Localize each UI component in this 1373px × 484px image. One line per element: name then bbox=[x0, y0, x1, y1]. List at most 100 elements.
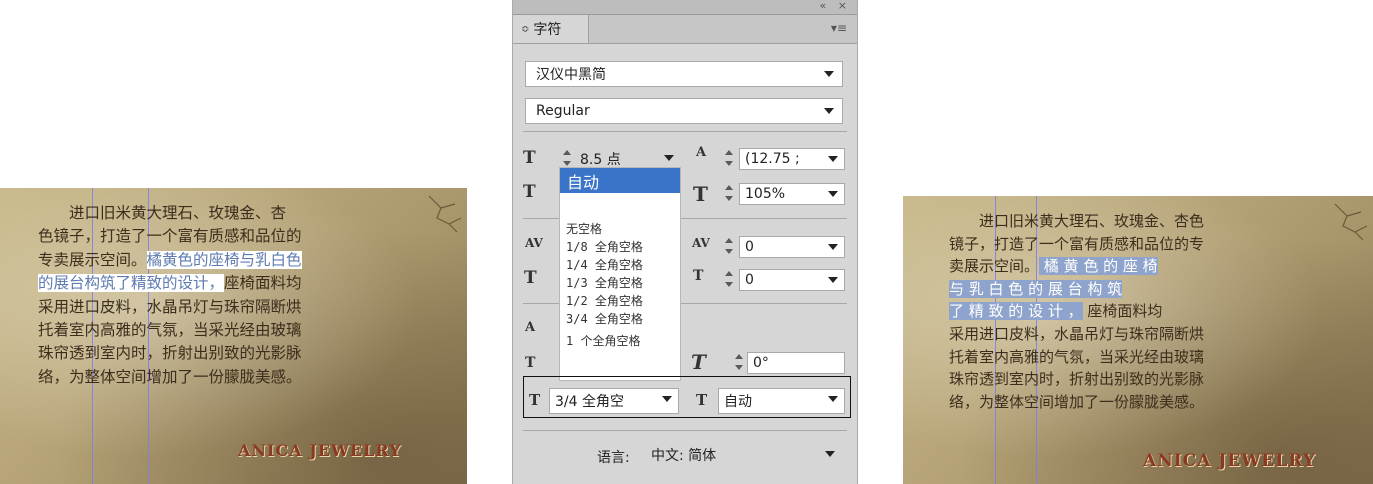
vertical-scale-icon-glyph: T bbox=[523, 182, 536, 202]
dropdown-option-label: 3/4 全角空格 bbox=[566, 312, 643, 326]
language-select[interactable]: 中文: 简体 bbox=[641, 442, 843, 468]
text-segment: 托着室内高雅的气氛，当采光经由玻璃 bbox=[38, 321, 302, 340]
text-segment: 卖展示空间。 bbox=[949, 257, 1040, 276]
font-size-value: 8.5 点 bbox=[580, 152, 621, 168]
aki-icon: T bbox=[693, 268, 703, 284]
divider bbox=[523, 131, 847, 132]
dropdown-option[interactable]: 3/4 全角空格 bbox=[566, 310, 643, 327]
text-segment: 进口旧米黄大理石、玫瑰金、杏色 bbox=[949, 212, 1205, 230]
language-label: 语言: bbox=[597, 450, 630, 466]
skew-field[interactable]: 0° bbox=[747, 352, 845, 374]
dropdown-option[interactable]: 无空格 bbox=[566, 220, 602, 237]
text-line: 托着室内高雅的气氛，当采光经由玻璃 bbox=[38, 319, 302, 342]
dropdown-option-selected-label: 自动 bbox=[567, 172, 600, 192]
text-segment: 座椅面料均 bbox=[224, 274, 302, 293]
dropdown-option[interactable]: 1 个全角空格 bbox=[566, 332, 640, 349]
annotation-highlight-box bbox=[523, 376, 851, 418]
panel-titlebar: « × bbox=[513, 0, 857, 15]
chevron-down-icon bbox=[828, 156, 838, 162]
text-segment: 采用进口皮料，水晶吊灯与珠帘隔断烘 bbox=[949, 324, 1205, 343]
skew-stepper[interactable] bbox=[734, 352, 743, 372]
text-line: 进口旧米黄大理石、玫瑰金、杏 bbox=[38, 202, 302, 225]
language-value: 中文: 简体 bbox=[651, 448, 717, 464]
text-line: 卖展示空间。 橘 黄 色 的 座 椅 bbox=[949, 255, 1204, 278]
dropdown-option-label: 1/2 全角空格 bbox=[566, 294, 643, 308]
right-sample-image: 进口旧米黄大理石、玫瑰金、杏色镜子，打造了一个富有质感和品位的专 卖展示空间。 橘… bbox=[903, 196, 1373, 484]
horizontal-scale-icon: T bbox=[693, 182, 708, 206]
text-line: 采用进口皮料，水晶吊灯与珠帘隔断烘 bbox=[949, 323, 1204, 346]
kerning-icon: AV bbox=[525, 236, 543, 250]
tab-character[interactable]: ≎ 字符 bbox=[513, 15, 589, 43]
selected-text: 的展台构筑了精致的设计， bbox=[38, 274, 225, 293]
leading-suffix: ; bbox=[795, 151, 800, 167]
chevron-down-icon bbox=[825, 451, 835, 457]
leading-icon: A bbox=[696, 145, 706, 160]
skew-icon: T bbox=[691, 350, 706, 374]
dropdown-option-selected[interactable]: 自动 bbox=[560, 168, 680, 193]
decor-crack-icon bbox=[1334, 203, 1368, 241]
dropdown-option[interactable]: 1/3 全角空格 bbox=[566, 274, 643, 291]
text-line: 了 精 致 的 设 计 ， 座椅面料均 bbox=[949, 300, 1204, 323]
dropdown-option[interactable]: 1/8 全角空格 bbox=[566, 238, 643, 255]
text-line: 络，为整体空间增加了一份朦胧美感。 bbox=[949, 391, 1204, 414]
chevron-down-icon bbox=[824, 71, 834, 77]
text-line: 专卖展示空间。橘黄色的座椅与乳白色 bbox=[38, 249, 302, 272]
text-line: 托着室内高雅的气氛，当采光经由玻璃 bbox=[949, 346, 1204, 369]
selected-text: 橘黄色的座椅与乳白色 bbox=[146, 250, 302, 269]
font-style-select[interactable]: Regular bbox=[525, 98, 843, 124]
chevron-down-icon bbox=[824, 108, 834, 114]
skew-value: 0° bbox=[753, 355, 769, 371]
horizontal-scale-stepper[interactable] bbox=[724, 183, 733, 203]
text-line: 珠帘透到室内时，折射出别致的光影脉 bbox=[949, 368, 1204, 391]
kerning-icon-glyph: AV bbox=[525, 236, 543, 250]
tracking-stepper[interactable] bbox=[724, 236, 733, 256]
text-segment: 进口旧米黄大理石、玫瑰金、杏 bbox=[38, 204, 287, 222]
leading-field[interactable]: (12.75 ; bbox=[739, 148, 845, 170]
text-line: 与 乳 白 色 的 展 台 构 筑 bbox=[949, 278, 1204, 301]
aki-icon-glyph: T bbox=[693, 268, 704, 284]
aki-stepper[interactable] bbox=[724, 269, 733, 289]
horizontal-scale-icon-glyph: T bbox=[693, 182, 708, 206]
horizontal-scale-field[interactable]: 105% bbox=[739, 183, 845, 205]
panel-collapse-close-icons[interactable]: « × bbox=[820, 0, 851, 12]
tracking-icon: AV bbox=[692, 236, 710, 250]
text-segment: 珠帘透到室内时，折射出别致的光影脉 bbox=[38, 344, 302, 363]
tsume-icon: T bbox=[524, 268, 537, 288]
text-line: 色镜子，打造了一个富有质感和品位的 bbox=[38, 225, 302, 248]
tab-character-label: 字符 bbox=[533, 22, 562, 38]
font-style-value: Regular bbox=[536, 103, 590, 119]
selected-text: 橘 黄 色 的 座 椅 bbox=[1039, 257, 1158, 276]
baseline-shift-icon: A bbox=[525, 320, 535, 335]
dropdown-option[interactable]: 1/2 全角空格 bbox=[566, 292, 643, 309]
chevron-down-icon bbox=[828, 244, 838, 250]
selected-text: 与 乳 白 色 的 展 台 构 筑 bbox=[949, 279, 1123, 298]
aki-field[interactable]: 0 bbox=[739, 269, 845, 291]
chevron-down-icon bbox=[828, 191, 838, 197]
text-line: 络，为整体空间增加了一份朦胧美感。 bbox=[38, 366, 302, 389]
dropdown-option-label: 1/3 全角空格 bbox=[566, 276, 643, 290]
text-segment: 采用进口皮料，水晶吊灯与珠帘隔断烘 bbox=[38, 297, 302, 316]
tracking-field[interactable]: 0 bbox=[739, 236, 845, 258]
font-size-stepper[interactable] bbox=[562, 148, 571, 168]
chevron-down-icon bbox=[664, 155, 674, 161]
right-brand-logo: ANICA JEWELRY bbox=[1143, 451, 1317, 471]
panel-tabrow: ≎ 字符 ▾≡ bbox=[513, 15, 857, 44]
decor-crack-icon bbox=[428, 195, 462, 233]
text-segment: 络，为整体空间增加了一份朦胧美感。 bbox=[949, 392, 1205, 411]
tab-arrows-icon: ≎ bbox=[521, 23, 530, 35]
baseline-shift-icon-glyph: A bbox=[525, 320, 536, 335]
font-family-select[interactable]: 汉仪中黑简 bbox=[525, 61, 843, 87]
aki-value: 0 bbox=[745, 272, 754, 288]
tracking-icon-glyph: AV bbox=[692, 236, 710, 250]
panel-menu-icon[interactable]: ▾≡ bbox=[831, 21, 847, 35]
dropdown-option-label: 1/4 全角空格 bbox=[566, 258, 643, 272]
leading-value: (12.75 bbox=[745, 151, 791, 167]
dropdown-option[interactable]: 1/4 全角空格 bbox=[566, 256, 643, 273]
tracking-value: 0 bbox=[745, 239, 754, 255]
font-family-value: 汉仪中黑简 bbox=[536, 67, 606, 83]
text-segment: 托着室内高雅的气氛，当采光经由玻璃 bbox=[949, 347, 1205, 366]
leading-icon-glyph: A bbox=[696, 145, 707, 160]
leading-stepper[interactable] bbox=[724, 148, 733, 168]
text-line: 镜子，打造了一个富有质感和品位的专 bbox=[949, 233, 1204, 256]
text-segment: 座椅面料均 bbox=[1082, 302, 1163, 321]
